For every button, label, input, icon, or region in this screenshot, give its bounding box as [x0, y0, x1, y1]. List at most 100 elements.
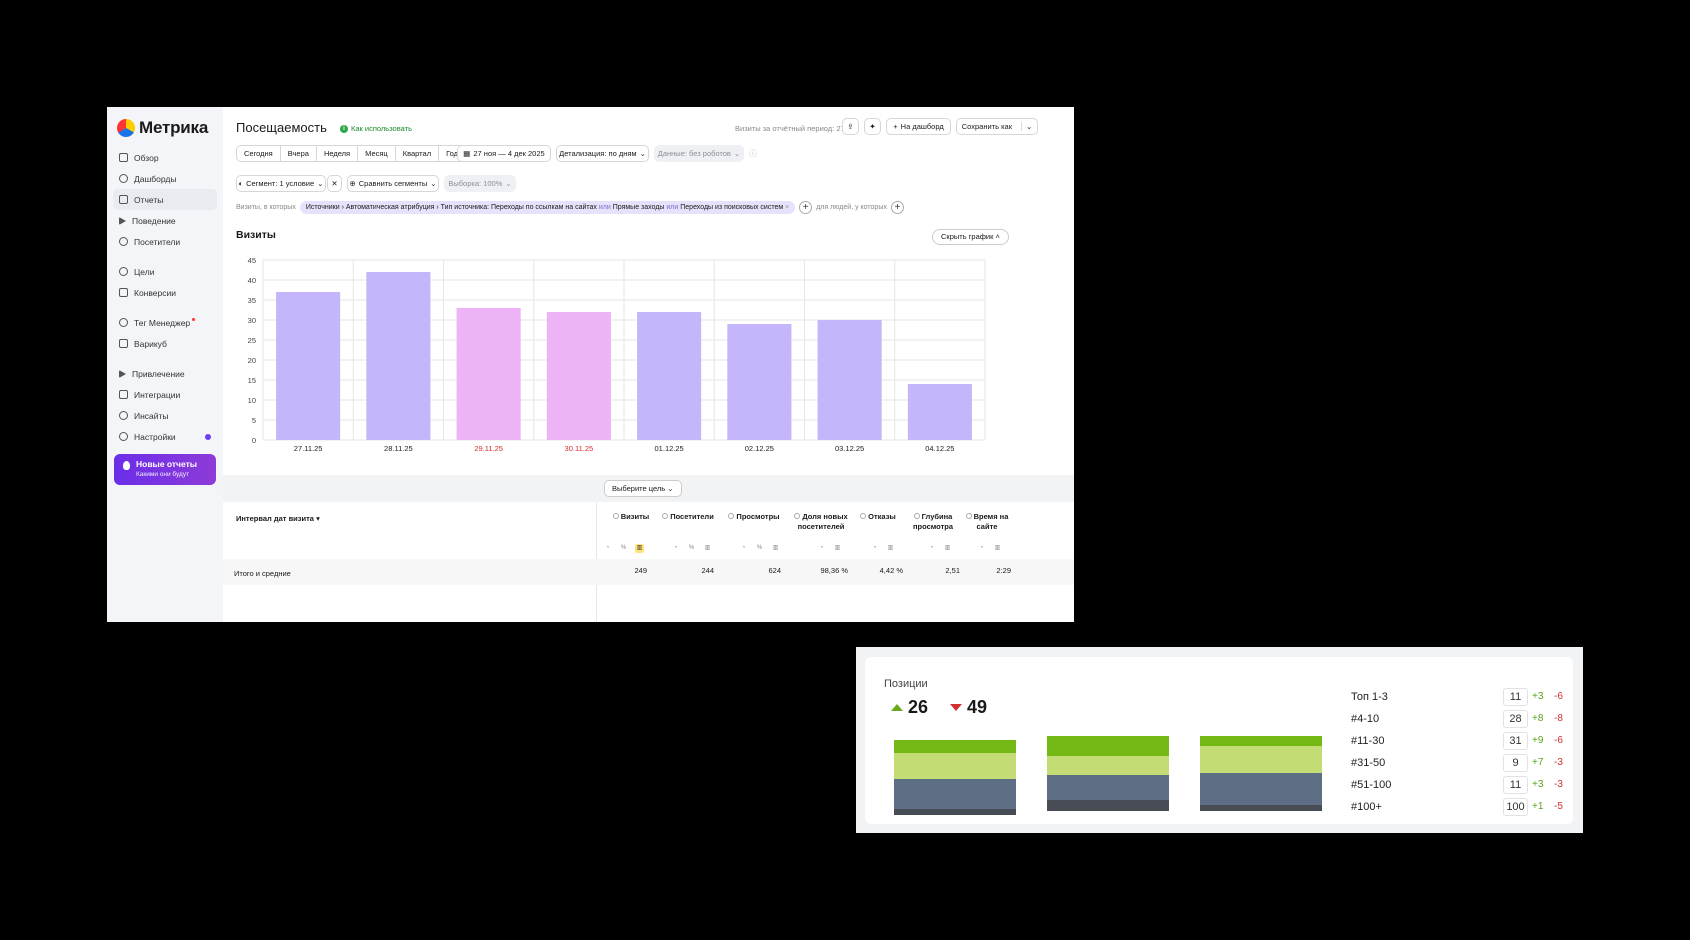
remove-chip-icon[interactable]: × — [785, 204, 789, 211]
header-new-visitors-share[interactable]: Доля новых посетителей — [793, 512, 849, 532]
x-tick-label: 28.11.25 — [384, 444, 413, 453]
percent-icon[interactable]: % — [687, 544, 696, 553]
sidebar-item-settings[interactable]: Настройки — [113, 426, 217, 447]
bars-icon[interactable]: ▥ — [993, 544, 1002, 553]
segment-label: Сегмент: 1 условие — [246, 179, 315, 188]
sidebar-item-overview[interactable]: Обзор — [113, 147, 217, 168]
period-today[interactable]: Сегодня — [237, 146, 281, 161]
pie-icon[interactable]: ◔ — [671, 544, 680, 553]
metrika-window: Метрика Обзор Дашборды Отчеты Поведение … — [107, 107, 1074, 622]
positions-stack-bar — [1047, 736, 1169, 811]
filter-chip[interactable]: Источники › Автоматическая атрибуция › Т… — [299, 201, 796, 214]
radio-icon — [662, 513, 669, 519]
bars-icon[interactable]: ▥ — [635, 544, 644, 553]
sidebar-item-visitors[interactable]: Посетители — [113, 231, 217, 252]
chevron-down-icon: ⌄ — [317, 179, 324, 188]
period-yesterday[interactable]: Вчера — [281, 146, 317, 161]
sidebar-item-reports[interactable]: Отчеты — [113, 189, 217, 210]
position-row-11-30: #11-30 31 +9 -6 — [1351, 732, 1566, 754]
save-as-label: Сохранить как — [961, 122, 1012, 131]
export-button[interactable]: ⇪ — [842, 118, 859, 135]
help-icon[interactable]: ⓘ — [749, 148, 757, 159]
segment-icon: ◐ — [238, 179, 244, 188]
total-visitors: 244 — [701, 566, 714, 575]
sidebar-item-varicube[interactable]: Варикуб — [113, 333, 217, 354]
pie-icon[interactable]: ◔ — [977, 544, 986, 553]
detail-select[interactable]: Детализация: по дням ⌄ — [556, 145, 649, 162]
row-value: 28 — [1503, 710, 1528, 728]
period-quarter[interactable]: Квартал — [396, 146, 440, 161]
sidebar-item-acquisition[interactable]: Привлечение — [113, 363, 217, 384]
date-range-button[interactable]: ▦ 27 ноя — 4 дек 2025 — [457, 145, 551, 162]
position-row-51-100: #51-100 11 +3 -3 — [1351, 776, 1566, 798]
dashboards-icon — [119, 174, 128, 183]
pie-icon[interactable]: ◔ — [739, 544, 748, 553]
howto-link[interactable]: i Как использовать — [340, 124, 412, 133]
sidebar-item-label: Посетители — [134, 236, 181, 247]
percent-icon[interactable]: % — [619, 544, 628, 553]
pie-icon[interactable]: ◔ — [927, 544, 936, 553]
header-date-interval[interactable]: Интервал дат визита ▾ — [236, 514, 320, 523]
period-month[interactable]: Месяц — [358, 146, 396, 161]
date-range-label: 27 ноя — 4 дек 2025 — [473, 149, 545, 158]
sidebar-item-integrations[interactable]: Интеграции — [113, 384, 217, 405]
bar — [817, 320, 882, 440]
sidebar-item-label: Привлечение — [132, 368, 185, 379]
total-bounces: 4,42 % — [879, 566, 903, 575]
add-people-condition-button[interactable]: + — [890, 201, 904, 214]
sidebar-item-conversions[interactable]: Конверсии — [113, 282, 217, 303]
header-time-on-site[interactable]: Время на сайте — [963, 512, 1011, 532]
sidebar-item-insights[interactable]: Инсайты — [113, 405, 217, 426]
header-label: Доля новых посетителей — [797, 512, 848, 531]
row-label: #51-100 — [1351, 779, 1392, 791]
compare-segments-button[interactable]: ⊕ Сравнить сегменты ⌄ — [347, 175, 439, 192]
stack-segment-top — [1047, 736, 1169, 756]
data-filter-select[interactable]: Данные: без роботов ⌄ — [654, 145, 744, 162]
row-down: -8 — [1554, 713, 1563, 724]
header-visitors[interactable]: Посетители — [660, 512, 716, 522]
header-label: Посетители — [670, 512, 714, 521]
row-label: #4-10 — [1351, 713, 1380, 725]
reports-icon — [119, 195, 128, 204]
bars-icon[interactable]: ▥ — [771, 544, 780, 553]
sidebar-item-goals[interactable]: Цели — [113, 261, 217, 282]
header-visits[interactable]: Визиты — [608, 512, 654, 522]
header-bounces[interactable]: Отказы — [855, 512, 901, 522]
clear-segment-button[interactable]: ✕ — [327, 175, 342, 192]
period-week[interactable]: Неделя — [317, 146, 359, 161]
radio-icon — [612, 513, 619, 519]
bars-icon[interactable]: ▥ — [833, 544, 842, 553]
stack-segment-bottom — [894, 809, 1016, 815]
pie-icon[interactable]: ◔ — [870, 544, 879, 553]
stack-segment-mid — [1047, 756, 1169, 775]
header-pageviews[interactable]: Просмотры — [726, 512, 782, 522]
bars-icon[interactable]: ▥ — [886, 544, 895, 553]
save-as-button[interactable]: Сохранить как ⌄ — [956, 118, 1038, 135]
logo[interactable]: Метрика — [117, 118, 208, 138]
sidebar-item-tag-manager[interactable]: Тег Менеджер — [113, 312, 217, 333]
positions-up-value: 26 — [908, 697, 929, 717]
percent-icon[interactable]: % — [755, 544, 764, 553]
hide-chart-button[interactable]: Скрыть график ˄ — [932, 229, 1009, 245]
ai-button[interactable]: ✦ — [864, 118, 881, 135]
header-page-depth[interactable]: Глубина просмотра — [907, 512, 959, 532]
row-label: #100+ — [1351, 801, 1382, 813]
radio-icon — [728, 513, 735, 519]
sidebar-item-behavior[interactable]: Поведение — [113, 210, 217, 231]
to-dashboard-button[interactable]: + На дашборд — [886, 118, 951, 135]
sidebar: Метрика Обзор Дашборды Отчеты Поведение … — [107, 107, 223, 622]
metrika-logo-icon — [117, 119, 135, 137]
sample-select[interactable]: Выборка: 100% ⌄ — [444, 175, 516, 192]
add-condition-button[interactable]: + — [799, 201, 813, 214]
choose-goal-button[interactable]: Выберите цель ⌄ — [604, 480, 682, 497]
row-up: +1 — [1532, 801, 1544, 812]
new-reports-promo[interactable]: Новые отчеты Какими они будут — [114, 454, 216, 485]
segment-button[interactable]: ◐ Сегмент: 1 условие ⌄ — [236, 175, 326, 192]
sidebar-item-dashboards[interactable]: Дашборды — [113, 168, 217, 189]
chart-title: Визиты — [236, 229, 276, 241]
positions-title: Позиции — [884, 678, 928, 690]
pie-icon[interactable]: ◔ — [603, 544, 612, 553]
pie-icon[interactable]: ◔ — [817, 544, 826, 553]
bars-icon[interactable]: ▥ — [703, 544, 712, 553]
bars-icon[interactable]: ▥ — [943, 544, 952, 553]
